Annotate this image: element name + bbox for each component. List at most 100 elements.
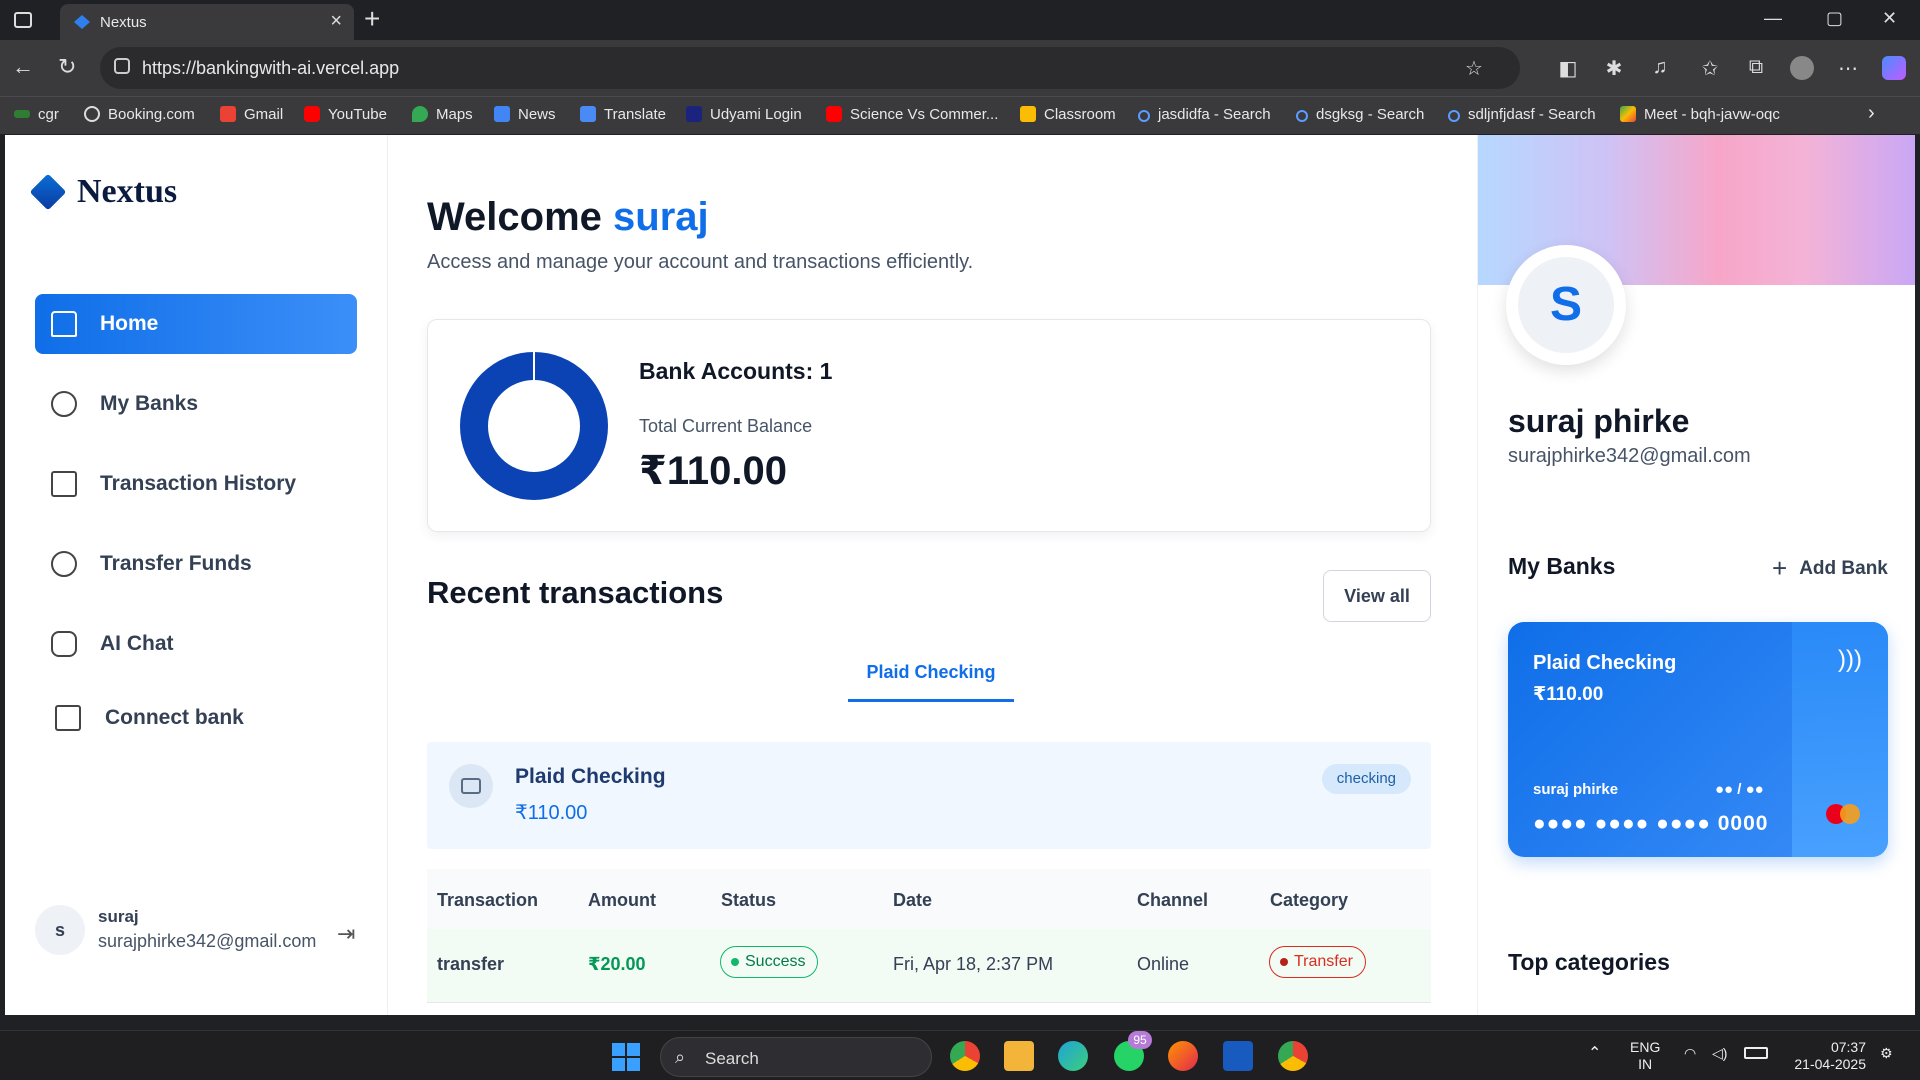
brand-name: Nextus bbox=[77, 173, 178, 210]
back-icon[interactable]: ← bbox=[12, 54, 34, 80]
tab-plaid-checking[interactable]: Plaid Checking bbox=[848, 662, 1014, 702]
bank-balance: ₹110.00 bbox=[515, 802, 588, 824]
bookmark-item[interactable]: YouTube bbox=[304, 106, 387, 123]
bookmark-item[interactable]: Science Vs Commer... bbox=[826, 106, 998, 123]
total-balance-label: Total Current Balance bbox=[639, 416, 813, 436]
wifi-icon[interactable]: ◠ bbox=[1684, 1045, 1696, 1062]
chevron-right-icon[interactable]: › bbox=[1868, 102, 1875, 125]
bookmark-item[interactable]: Classroom bbox=[1020, 106, 1116, 123]
chrome-icon[interactable] bbox=[950, 1041, 980, 1071]
region-text: IN bbox=[1638, 1056, 1653, 1072]
new-tab-button[interactable]: + bbox=[364, 4, 380, 34]
reload-icon[interactable]: ↻ bbox=[58, 54, 76, 80]
copilot-icon[interactable] bbox=[1882, 56, 1906, 80]
bookmark-item[interactable]: cgr bbox=[14, 106, 59, 123]
avatar-initial: S bbox=[1518, 257, 1614, 353]
close-window-button[interactable]: ✕ bbox=[1882, 8, 1897, 29]
favorites-icon[interactable]: ✩ bbox=[1698, 56, 1722, 80]
language-indicator[interactable]: ENG IN bbox=[1630, 1039, 1660, 1073]
card-number: ●●●● ●●●● ●●●● 0000 bbox=[1533, 812, 1769, 835]
whatsapp-badge: 95 bbox=[1128, 1031, 1152, 1049]
favorite-star-icon[interactable]: ☆ bbox=[1462, 56, 1486, 80]
sidebar-item-my-banks[interactable]: My Banks bbox=[35, 374, 357, 434]
edge-icon[interactable] bbox=[1058, 1041, 1088, 1071]
address-bar[interactable]: https://bankingwith-ai.vercel.app ☆ bbox=[100, 47, 1520, 89]
sidebar-user-footer: s suraj surajphirke342@gmail.com ⇥ bbox=[35, 905, 365, 975]
tab-title: Nextus bbox=[100, 14, 147, 31]
sidebar-item-label: My Banks bbox=[100, 392, 199, 415]
bookmark-item[interactable]: Translate bbox=[580, 106, 666, 123]
chrome-profile-icon[interactable] bbox=[1278, 1041, 1308, 1071]
column-header: Status bbox=[721, 890, 777, 910]
profile-icon[interactable] bbox=[1790, 56, 1814, 80]
transaction-channel: Online bbox=[1137, 954, 1190, 974]
column-header: Amount bbox=[588, 890, 656, 910]
main-content: Welcome suraj Access and manage your acc… bbox=[389, 135, 1476, 1015]
battery-icon[interactable] bbox=[1744, 1047, 1768, 1059]
category-badge: Transfer bbox=[1269, 946, 1366, 978]
notifications-icon[interactable]: ⚙ bbox=[1880, 1045, 1893, 1062]
bookmark-item[interactable]: News bbox=[494, 106, 556, 123]
sidebar-item-label: Connect bank bbox=[105, 706, 244, 729]
bookmark-item[interactable]: jasdidfa - Search bbox=[1138, 106, 1271, 123]
bookmark-item[interactable]: Meet - bqh-javw-oqc bbox=[1620, 106, 1780, 123]
windows-start-icon[interactable] bbox=[612, 1043, 640, 1071]
logo-icon bbox=[29, 173, 67, 211]
sidebar-item-transaction-history[interactable]: Transaction History bbox=[35, 454, 357, 514]
transaction-amount: ₹20.00 bbox=[588, 954, 646, 974]
add-bank-button[interactable]: + Add Bank bbox=[1772, 553, 1888, 584]
bookmark-item[interactable]: Maps bbox=[412, 106, 473, 123]
contactless-icon: ))) bbox=[1838, 646, 1862, 673]
account-type-badge: checking bbox=[1321, 764, 1411, 794]
browser-tab[interactable]: Nextus × bbox=[60, 4, 354, 40]
bookmark-item[interactable]: Booking.com bbox=[84, 106, 195, 123]
web-page: Nextus Home My Banks Transaction History… bbox=[5, 135, 1915, 1015]
tab-actions-icon[interactable] bbox=[14, 12, 32, 28]
chevron-up-icon[interactable]: ⌃ bbox=[1588, 1045, 1601, 1062]
word-icon[interactable] bbox=[1223, 1041, 1253, 1071]
profile-avatar: S bbox=[1506, 245, 1626, 365]
sidebar-item-label: Transfer Funds bbox=[100, 552, 252, 575]
more-icon[interactable]: ⋯ bbox=[1836, 56, 1860, 80]
plus-icon: + bbox=[1772, 553, 1788, 583]
card-bank-name: Plaid Checking bbox=[1533, 652, 1677, 674]
taskbar-search[interactable]: ⌕ Search bbox=[660, 1037, 932, 1077]
profile-email: surajphirke342@gmail.com bbox=[1508, 445, 1751, 467]
total-balance-value: ₹110.00 bbox=[639, 449, 787, 493]
date-text: 21-04-2025 bbox=[1794, 1056, 1866, 1072]
column-header: Channel bbox=[1137, 890, 1209, 910]
browser-tab-bar: Nextus × + — ▢ ✕ bbox=[0, 0, 1920, 40]
music-icon[interactable]: ♫ bbox=[1648, 56, 1672, 80]
extension-icon[interactable]: ◧ bbox=[1556, 56, 1580, 80]
column-header: Category bbox=[1270, 890, 1349, 910]
bookmark-item[interactable]: sdljnfjdasf - Search bbox=[1448, 106, 1596, 123]
file-explorer-icon[interactable] bbox=[1004, 1041, 1034, 1071]
avatar: s bbox=[35, 905, 85, 955]
bookmark-item[interactable]: Gmail bbox=[220, 106, 283, 123]
bookmark-item[interactable]: Udyami Login bbox=[686, 106, 802, 123]
bookmark-item[interactable]: dsgksg - Search bbox=[1296, 106, 1424, 123]
table-header: Transaction Amount Status Date Channel C… bbox=[427, 869, 1431, 929]
bank-info-row[interactable]: Plaid Checking ₹110.00 checking bbox=[427, 742, 1431, 849]
sidebar-item-ai-chat[interactable]: AI Chat bbox=[35, 614, 357, 674]
bank-card[interactable]: Plaid Checking ₹110.00 suraj phirke ●● /… bbox=[1508, 622, 1888, 857]
sidebar-item-transfer-funds[interactable]: Transfer Funds bbox=[35, 534, 357, 594]
home-icon bbox=[51, 311, 77, 337]
card-plus-icon bbox=[55, 705, 81, 731]
logout-icon[interactable]: ⇥ bbox=[337, 921, 355, 947]
site-info-icon[interactable] bbox=[114, 58, 130, 74]
table-row[interactable]: transfer ₹20.00 Success Fri, Apr 18, 2:3… bbox=[427, 929, 1431, 1003]
sidebar-item-connect-bank[interactable]: Connect bank bbox=[35, 688, 357, 748]
maximize-button[interactable]: ▢ bbox=[1826, 8, 1843, 29]
puzzle-icon[interactable]: ✱ bbox=[1602, 56, 1626, 80]
page-title: Welcome suraj bbox=[427, 195, 709, 240]
minimize-button[interactable]: — bbox=[1764, 8, 1782, 29]
clock[interactable]: 07:37 21-04-2025 bbox=[1786, 1039, 1866, 1073]
sidebar-item-home[interactable]: Home bbox=[35, 294, 357, 354]
firefox-icon[interactable] bbox=[1168, 1041, 1198, 1071]
close-tab-icon[interactable]: × bbox=[330, 10, 342, 33]
recent-transactions-title: Recent transactions bbox=[427, 575, 724, 610]
volume-icon[interactable]: ◁) bbox=[1712, 1045, 1727, 1062]
collections-icon[interactable]: ⧉ bbox=[1744, 56, 1768, 80]
view-all-button[interactable]: View all bbox=[1323, 570, 1431, 622]
